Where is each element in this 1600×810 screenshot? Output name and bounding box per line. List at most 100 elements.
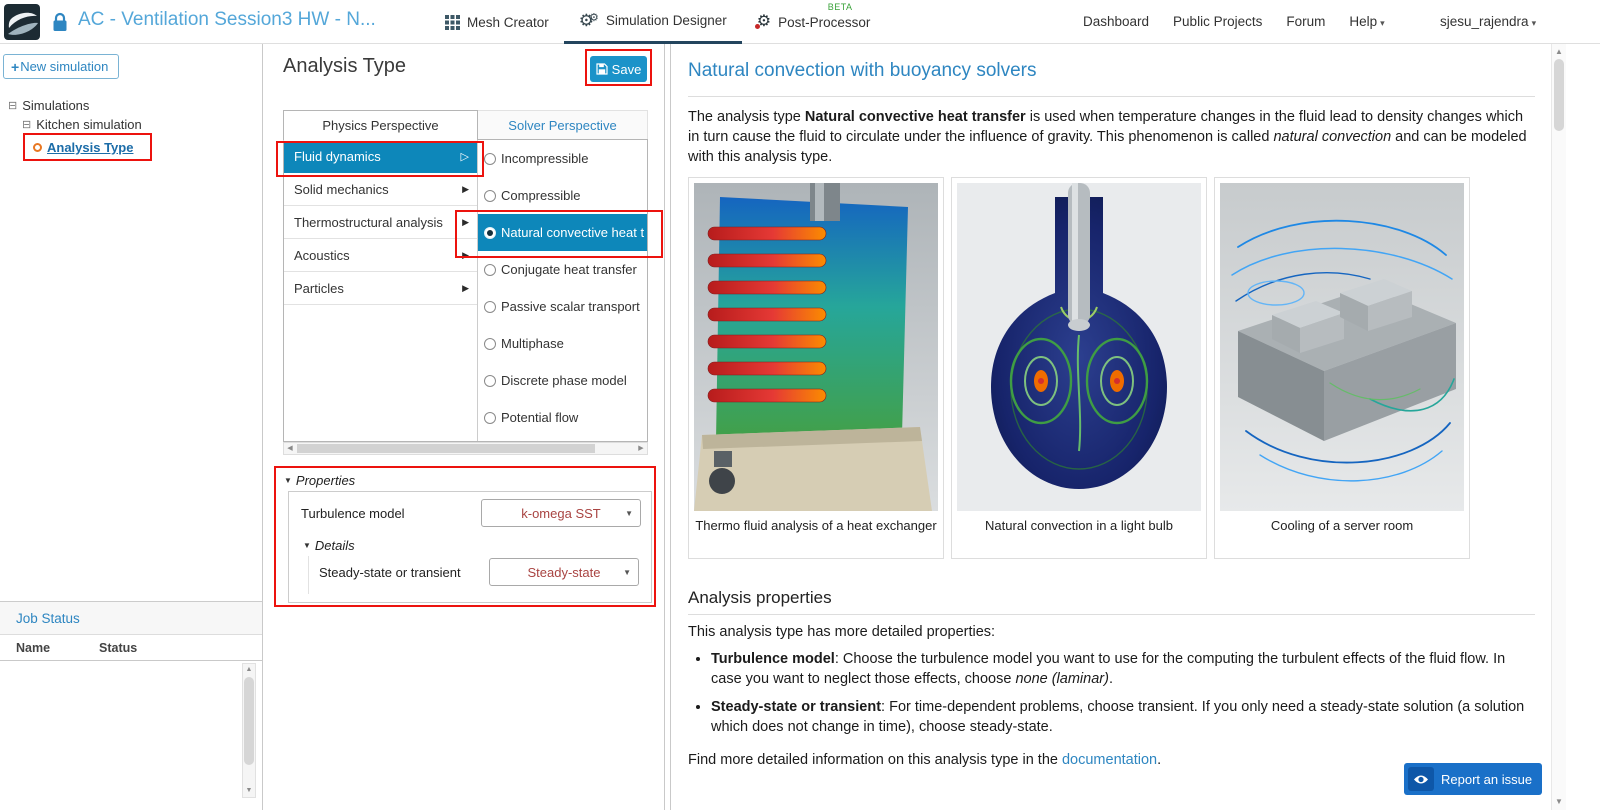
scrollbar-thumb[interactable] bbox=[297, 444, 595, 453]
radio-icon[interactable] bbox=[484, 300, 496, 313]
scroll-right-icon[interactable]: ▶ bbox=[635, 443, 647, 454]
analysis-properties-lead: This analysis type has more detailed pro… bbox=[688, 624, 996, 640]
user-menu[interactable]: sjesu_rajendra ▾ bbox=[1440, 14, 1536, 29]
simscale-logo-icon[interactable] bbox=[4, 4, 40, 40]
eye-icon bbox=[1408, 767, 1434, 791]
nav-label: Post-Processor bbox=[778, 14, 871, 30]
physics-item-particles[interactable]: Particles ▶ bbox=[284, 272, 477, 305]
simulation-tree-sidebar: + New simulation ⊟ Simulations ⊟ Kitchen… bbox=[0, 44, 263, 810]
solver-item-potential-flow[interactable]: Potential flow bbox=[478, 399, 647, 436]
card-light-bulb: Natural convection in a light bulb bbox=[951, 177, 1207, 559]
gears-icon: ⚙⚙ bbox=[578, 11, 599, 30]
radio-icon[interactable] bbox=[484, 411, 496, 424]
save-button[interactable]: Save bbox=[590, 56, 647, 82]
radio-icon[interactable] bbox=[484, 374, 496, 387]
mesh-grid-icon bbox=[445, 14, 460, 30]
physics-item-acoustics[interactable]: Acoustics ▶ bbox=[284, 239, 477, 272]
tree-item-simulations[interactable]: ⊟ Simulations bbox=[8, 98, 89, 113]
new-simulation-button[interactable]: + New simulation bbox=[3, 54, 120, 79]
perspective-tabs: Physics Perspective Solver Perspective bbox=[283, 110, 648, 141]
radio-selected-icon[interactable] bbox=[484, 226, 496, 239]
page-vertical-scrollbar[interactable]: ▲ ▼ bbox=[1551, 44, 1566, 810]
documentation-footer: Find more detailed information on this a… bbox=[688, 752, 1162, 768]
scrollbar-thumb[interactable] bbox=[1554, 59, 1564, 131]
link-forum[interactable]: Forum bbox=[1286, 14, 1325, 29]
plus-icon: + bbox=[11, 58, 20, 75]
solver-item-conjugate-heat-transfer[interactable]: Conjugate heat transfer bbox=[478, 251, 647, 288]
scroll-up-icon[interactable]: ▲ bbox=[1552, 46, 1566, 58]
server-room-image bbox=[1220, 183, 1464, 511]
select-caret-icon: ▼ bbox=[623, 567, 631, 577]
properties-section-toggle[interactable]: ▼ Properties bbox=[284, 473, 355, 488]
nav-simulation-designer[interactable]: ⚙⚙ Simulation Designer bbox=[563, 0, 742, 44]
collapse-box-icon[interactable]: ⊟ bbox=[22, 118, 31, 131]
turbulence-model-select[interactable]: k-omega SST ▼ bbox=[481, 499, 641, 527]
tree-item-analysis-type[interactable]: Analysis Type bbox=[33, 140, 133, 155]
solver-item-multiphase[interactable]: Multiphase bbox=[478, 325, 647, 362]
documentation-link[interactable]: documentation bbox=[1062, 752, 1157, 768]
card-server-room: Cooling of a server room bbox=[1214, 177, 1470, 559]
solver-item-discrete-phase[interactable]: Discrete phase model bbox=[478, 362, 647, 399]
radio-icon[interactable] bbox=[484, 263, 496, 276]
workbench-nav: Mesh Creator ⚙⚙ Simulation Designer ⚙ Po… bbox=[430, 0, 885, 44]
link-public-projects[interactable]: Public Projects bbox=[1173, 14, 1262, 29]
submenu-arrow-icon: ▶ bbox=[462, 216, 469, 227]
radio-icon[interactable] bbox=[484, 189, 496, 202]
collapse-box-icon[interactable]: ⊟ bbox=[8, 99, 17, 112]
solver-item-natural-convective[interactable]: Natural convective heat t bbox=[478, 214, 647, 251]
submenu-arrow-icon: ▶ bbox=[462, 183, 469, 194]
tab-physics-perspective[interactable]: Physics Perspective bbox=[283, 110, 478, 141]
job-list-scrollbar[interactable]: ▲ ▼ bbox=[242, 663, 256, 798]
tree-item-kitchen-simulation[interactable]: ⊟ Kitchen simulation bbox=[22, 117, 142, 132]
tab-solver-perspective[interactable]: Solver Perspective bbox=[478, 110, 648, 140]
report-issue-button[interactable]: Report an issue bbox=[1404, 763, 1542, 795]
solver-item-incompressible[interactable]: Incompressible bbox=[478, 140, 647, 177]
physics-item-fluid-dynamics[interactable]: Fluid dynamics ▷ bbox=[284, 140, 477, 173]
radio-icon[interactable] bbox=[484, 337, 496, 350]
heat-exchanger-image bbox=[694, 183, 938, 511]
top-header: AC - Ventilation Session3 HW - N... Mesh… bbox=[0, 0, 1600, 44]
link-help[interactable]: Help ▾ bbox=[1349, 14, 1384, 29]
red-dot-icon bbox=[754, 24, 760, 29]
job-status-panel: Job Status Name Status ▲ ▼ bbox=[0, 601, 262, 810]
details-section-toggle[interactable]: ▼ Details bbox=[303, 538, 355, 553]
save-floppy-icon bbox=[596, 63, 608, 75]
post-processor-gear-icon: ⚙ bbox=[754, 13, 772, 30]
scroll-down-icon[interactable]: ▼ bbox=[1552, 796, 1566, 808]
solver-item-compressible[interactable]: Compressible bbox=[478, 177, 647, 214]
panel-title: Analysis Type bbox=[283, 55, 407, 77]
divider bbox=[688, 614, 1535, 615]
doc-title: Natural convection with buoyancy solvers bbox=[688, 60, 1037, 81]
physics-item-solid-mechanics[interactable]: Solid mechanics ▶ bbox=[284, 173, 477, 206]
scroll-left-icon[interactable]: ◀ bbox=[284, 443, 296, 454]
radio-icon[interactable] bbox=[484, 152, 496, 165]
card-heat-exchanger: Thermo fluid analysis of a heat exchange… bbox=[688, 177, 944, 559]
card-caption: Natural convection in a light bulb bbox=[985, 518, 1173, 533]
project-title: AC - Ventilation Session3 HW - N... bbox=[78, 9, 376, 30]
listbox-horizontal-scrollbar[interactable]: ◀ ▶ bbox=[283, 442, 648, 455]
light-bulb-image bbox=[957, 183, 1201, 511]
chevron-down-icon: ▾ bbox=[1380, 18, 1385, 28]
chevron-down-icon: ▾ bbox=[1531, 18, 1537, 28]
properties-bullet-list: Turbulence model: Choose the turbulence … bbox=[711, 650, 1531, 746]
nav-post-processor[interactable]: ⚙ Post-Processor BETA bbox=[742, 0, 886, 44]
intro-paragraph: The analysis type Natural convective hea… bbox=[688, 109, 1527, 165]
link-dashboard[interactable]: Dashboard bbox=[1083, 14, 1149, 29]
solver-item-passive-scalar[interactable]: Passive scalar transport bbox=[478, 288, 647, 325]
header-links: Dashboard Public Projects Forum Help ▾ bbox=[1083, 14, 1385, 29]
scroll-up-icon[interactable]: ▲ bbox=[243, 664, 255, 676]
scrollbar-thumb[interactable] bbox=[244, 677, 254, 765]
nav-label: Simulation Designer bbox=[605, 13, 727, 28]
nav-mesh-creator[interactable]: Mesh Creator bbox=[430, 0, 564, 44]
nav-label: Mesh Creator bbox=[467, 14, 549, 30]
divider bbox=[688, 96, 1535, 97]
collapse-triangle-icon: ▼ bbox=[284, 476, 292, 485]
submenu-arrow-icon: ▶ bbox=[462, 249, 469, 260]
beta-badge: BETA bbox=[827, 2, 853, 12]
scroll-down-icon[interactable]: ▼ bbox=[243, 785, 255, 797]
indent-guide bbox=[308, 556, 309, 594]
physics-item-thermostructural[interactable]: Thermostructural analysis ▶ bbox=[284, 206, 477, 239]
column-name: Name bbox=[16, 640, 51, 655]
panel-splitter[interactable] bbox=[664, 44, 671, 810]
steady-state-select[interactable]: Steady-state ▼ bbox=[489, 558, 639, 586]
